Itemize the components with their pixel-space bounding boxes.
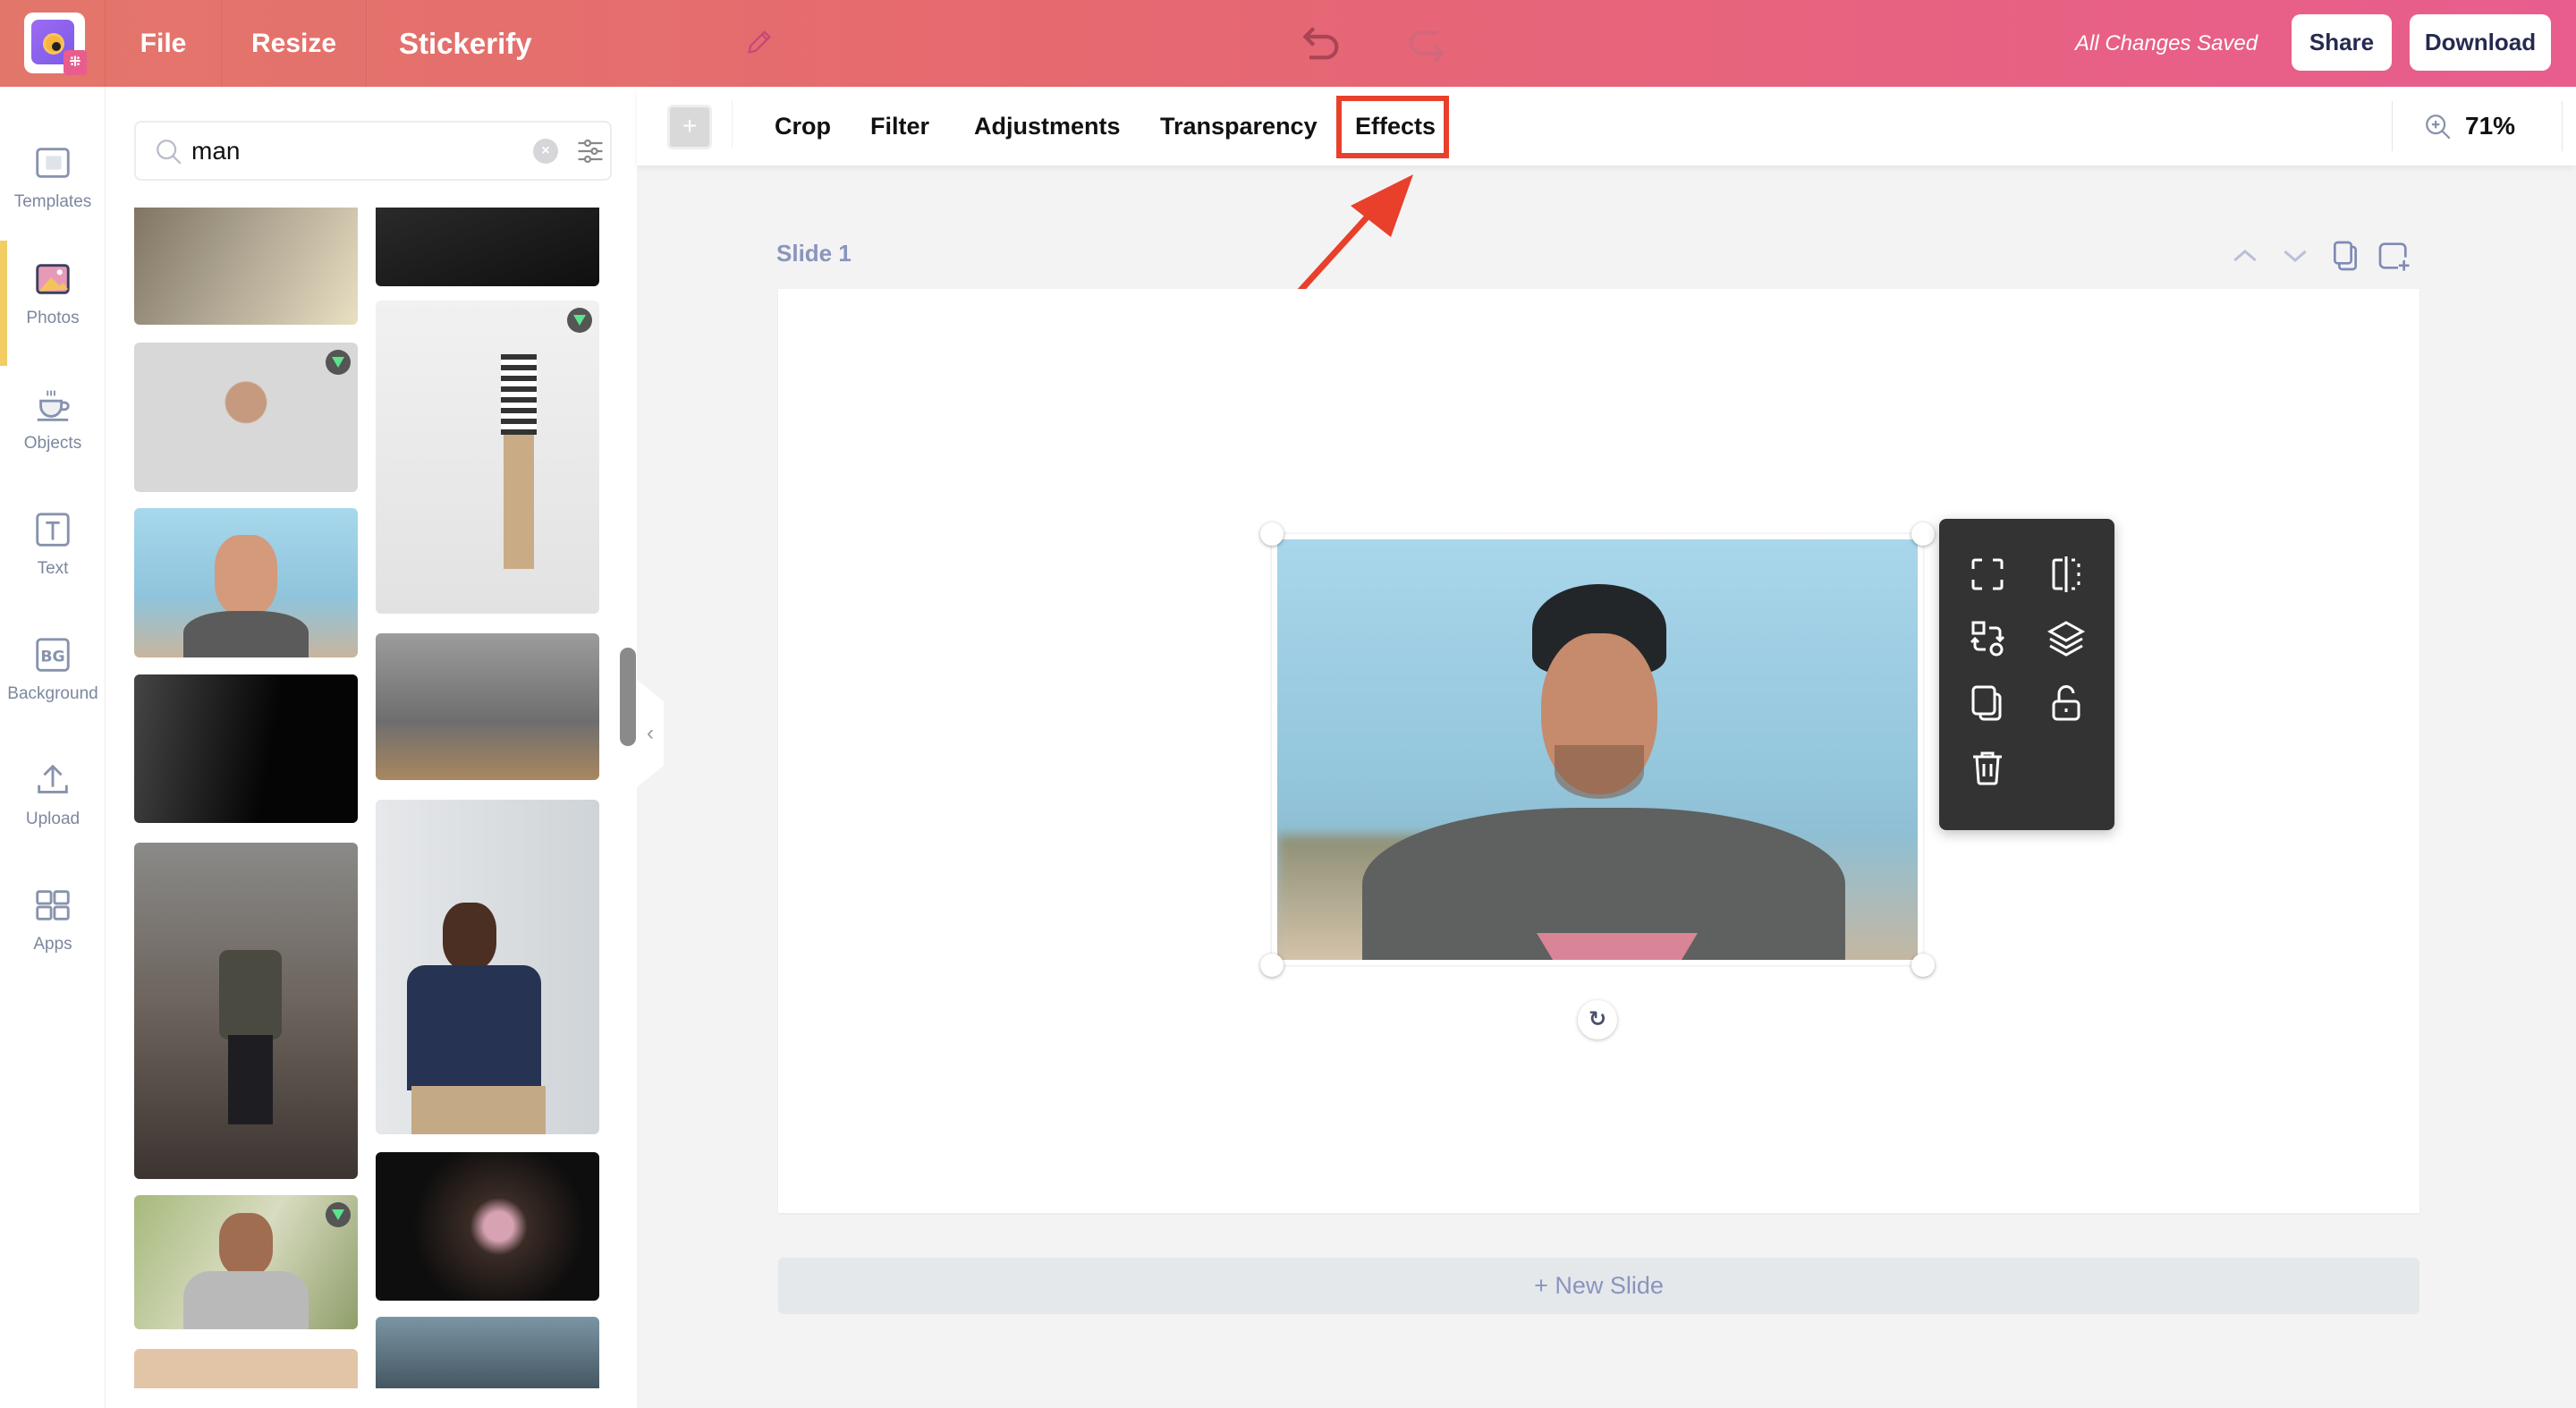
photo-result[interactable] [376, 208, 599, 286]
top-header: ⁜ File Resize Stickerify All Changes Sav… [0, 0, 2576, 87]
slide-title: Slide 1 [776, 240, 852, 267]
sidebar-item-label: Objects [23, 434, 82, 453]
sidebar-item-photos[interactable]: Photos [0, 241, 106, 366]
photo-result[interactable] [134, 1349, 358, 1388]
add-button[interactable]: + [667, 105, 712, 149]
crop-frame-icon[interactable] [1966, 553, 2009, 596]
sidebar-item-label: Templates [13, 192, 92, 211]
selected-photo[interactable] [1272, 534, 1923, 965]
duplicate-slide-icon[interactable] [2327, 238, 2363, 274]
element-context-menu [1939, 519, 2114, 830]
replace-icon[interactable] [1966, 617, 2009, 660]
sidebar-item-objects[interactable]: Objects [0, 366, 106, 482]
svg-text:BG: BG [40, 649, 64, 666]
photo-result[interactable] [134, 843, 358, 1179]
search-icon [157, 140, 182, 165]
image-toolbar: + Crop Filter Adjustments Transparency E… [637, 87, 2576, 165]
filter-sliders-icon[interactable] [574, 135, 606, 167]
apps-icon [36, 890, 70, 920]
tool-filter[interactable]: Filter [870, 87, 929, 165]
zoom-in-icon[interactable] [2423, 112, 2453, 142]
sidebar-item-apps[interactable]: Apps [0, 867, 106, 983]
collapse-panel-button[interactable]: ‹ [637, 680, 664, 787]
photo-result[interactable] [376, 301, 599, 614]
resize-handle-bottom-right[interactable] [1911, 954, 1935, 977]
sidebar-rail: Templates Photos Objects Text BG Backgro… [0, 87, 106, 1408]
sidebar-item-label: Upload [25, 810, 80, 828]
photo-result[interactable] [134, 674, 358, 823]
toolbar-divider [2562, 101, 2563, 151]
resize-handle-bottom-left[interactable] [1260, 954, 1284, 977]
document-title[interactable]: Stickerify [367, 0, 787, 87]
sidebar-item-text[interactable]: Text [0, 491, 106, 607]
sidebar-item-label: Text [37, 559, 69, 578]
clear-search-button[interactable]: × [533, 139, 558, 164]
background-icon: BG [36, 638, 70, 672]
logo-container[interactable]: ⁜ [0, 0, 106, 87]
sidebar-item-templates[interactable]: Templates [0, 124, 106, 241]
layers-icon[interactable] [2045, 617, 2088, 660]
add-slide-icon[interactable] [2376, 238, 2411, 274]
photo-result[interactable] [134, 343, 358, 492]
sidebar-item-label: Background [7, 684, 98, 703]
unlock-icon[interactable] [2045, 682, 2088, 725]
move-slide-down-icon[interactable] [2277, 238, 2313, 274]
photo-result[interactable] [376, 800, 599, 1134]
search-box: × [134, 121, 612, 181]
redo-icon[interactable] [1401, 18, 1451, 68]
edit-title-pencil-icon[interactable] [744, 27, 775, 57]
premium-gem-icon [326, 350, 351, 375]
new-slide-button[interactable]: + New Slide [778, 1258, 2419, 1314]
upload-icon [38, 764, 68, 793]
rotate-handle[interactable]: ↻ [1578, 1000, 1617, 1039]
share-button[interactable]: Share [2292, 14, 2392, 71]
photo-result[interactable] [376, 1317, 599, 1388]
photos-icon [36, 264, 70, 294]
duplicate-icon[interactable] [1966, 682, 2009, 725]
delete-icon[interactable] [1966, 746, 2009, 789]
photo-results-grid [134, 208, 599, 1388]
move-slide-up-icon[interactable] [2227, 238, 2263, 274]
file-menu[interactable]: File [106, 0, 222, 87]
templates-icon [36, 148, 70, 178]
tool-transparency[interactable]: Transparency [1160, 87, 1318, 165]
photo-result[interactable] [376, 1152, 599, 1301]
sidebar-item-upload[interactable]: Upload [0, 742, 106, 858]
tool-adjustments[interactable]: Adjustments [974, 87, 1121, 165]
effects-highlight-box [1336, 96, 1449, 158]
toolbar-divider [2392, 101, 2393, 151]
tool-crop[interactable]: Crop [775, 87, 831, 165]
sidebar-item-label: Photos [26, 309, 80, 327]
resize-handle-top-right[interactable] [1911, 522, 1935, 546]
photo-result[interactable] [134, 1195, 358, 1329]
sidebar-item-background[interactable]: BG Background [0, 616, 106, 733]
premium-gem-icon [326, 1202, 351, 1227]
zoom-level[interactable]: 71% [2465, 87, 2515, 165]
resize-handle-top-left[interactable] [1260, 522, 1284, 546]
photo-result[interactable] [134, 508, 358, 657]
toolbar-divider [732, 101, 733, 148]
panel-scrollbar[interactable] [620, 648, 636, 746]
flip-icon[interactable] [2045, 553, 2088, 596]
photo-result[interactable] [134, 208, 358, 325]
search-input[interactable] [191, 130, 531, 173]
premium-gem-icon [567, 308, 592, 333]
download-button[interactable]: Download [2410, 14, 2551, 71]
save-status: All Changes Saved [2075, 31, 2258, 55]
resize-menu[interactable]: Resize [222, 0, 367, 87]
photos-panel: × [106, 87, 637, 1408]
app-logo[interactable]: ⁜ [24, 13, 87, 75]
photo-result[interactable] [376, 633, 599, 780]
text-icon [36, 513, 70, 547]
objects-icon [37, 390, 70, 421]
sidebar-item-label: Apps [33, 935, 72, 954]
undo-icon[interactable] [1297, 18, 1347, 68]
